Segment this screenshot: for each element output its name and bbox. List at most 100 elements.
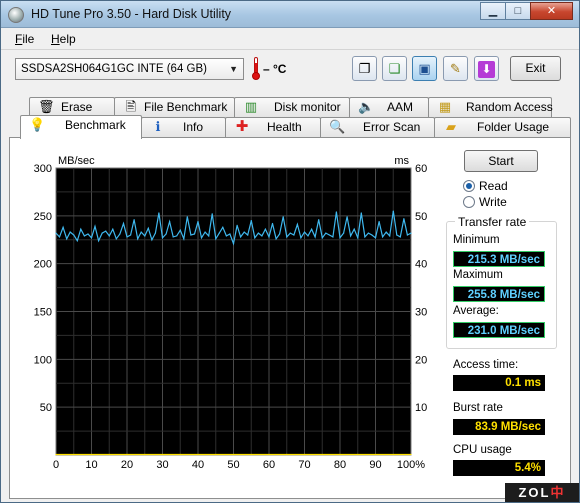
transfer-rate-point <box>186 216 188 218</box>
menu-bar: File Help <box>1 28 579 49</box>
dropdown-arrow-icon[interactable]: ▼ <box>229 59 238 79</box>
transfer-rate-point <box>275 238 277 240</box>
menu-file[interactable]: File <box>15 32 34 46</box>
transfer-rate-point <box>161 237 164 239</box>
transfer-rate-point <box>197 221 199 223</box>
tab-label: Info <box>183 120 204 134</box>
transfer-rate-point <box>261 235 263 237</box>
transfer-rate-point <box>303 231 306 233</box>
maximize-button[interactable]: □ <box>505 2 531 20</box>
tab-random-access[interactable]: ▦ Random Access <box>428 97 553 118</box>
y-tick-label-right: 50 <box>415 211 427 223</box>
transfer-rate-point <box>264 228 266 230</box>
x-tick-label: 0 <box>53 459 59 471</box>
benchmark-chart: 0 10 20 30 40 50 60 70 80 90 100% 50 100 150 200 250 300… <box>1 146 441 476</box>
access-time-point <box>410 453 412 456</box>
close-button[interactable]: ✕ <box>530 2 573 20</box>
transfer-rate-point <box>69 231 71 233</box>
transfer-rate-point <box>190 234 192 236</box>
x-tick-label: 10 <box>85 459 97 471</box>
transfer-rate-point <box>314 236 316 238</box>
transfer-rate-point <box>325 232 327 234</box>
tab-health[interactable]: ✚ Health <box>225 117 321 138</box>
access-time-point <box>215 453 217 456</box>
transfer-rate-point <box>371 234 373 236</box>
window-title: HD Tune Pro 3.50 - Hard Disk Utility <box>31 7 232 21</box>
transfer-rate-point <box>62 226 64 228</box>
access-time-point <box>161 453 164 456</box>
drive-select[interactable]: SSDSA2SH064G1GC INTE (64 GB) ▼ <box>15 58 244 80</box>
transfer-rate-point <box>218 232 220 234</box>
toolbar: SSDSA2SH064G1GC INTE (64 GB) ▼ – °C ❐ ❏ … <box>1 49 579 89</box>
start-button[interactable]: Start <box>464 150 538 172</box>
access-time-point <box>108 453 110 456</box>
copy-all-button[interactable]: ❏ <box>382 56 407 81</box>
access-time-point <box>73 453 75 456</box>
transfer-rate-point <box>254 237 256 239</box>
y-tick-label-right: 40 <box>415 259 427 271</box>
file-benchmark-icon: 🖹 <box>125 99 137 114</box>
tab-label: Folder Usage <box>477 120 550 134</box>
transfer-rate-point <box>215 238 217 240</box>
y-tick-label-right: 60 <box>415 163 427 175</box>
transfer-rate-point <box>293 234 295 236</box>
transfer-rate-point <box>335 211 337 213</box>
magnifier-icon: 🔍 <box>329 119 346 134</box>
x-tick-label: 40 <box>192 459 204 471</box>
speaker-icon: 🔈 <box>358 99 375 114</box>
tab-label: Random Access <box>466 100 553 114</box>
tab-info[interactable]: ℹ Info <box>141 117 226 138</box>
read-radio[interactable] <box>463 180 475 192</box>
tab-benchmark[interactable]: 💡 Benchmark <box>20 115 142 139</box>
maximum-label: Maximum <box>453 269 503 281</box>
transfer-rate-point <box>115 238 117 240</box>
transfer-rate-point <box>311 228 313 230</box>
tab-aam[interactable]: 🔈 AAM <box>349 97 429 118</box>
health-cross-icon: ✚ <box>235 118 249 135</box>
transfer-rate-point <box>396 234 398 236</box>
transfer-rate-point <box>282 216 284 218</box>
exit-button[interactable]: Exit <box>510 56 561 81</box>
copy-all-icon: ❏ <box>388 61 401 76</box>
tab-label: Benchmark <box>65 118 126 132</box>
save-icon: ▣ <box>418 61 431 76</box>
transfer-rate-point <box>122 222 125 225</box>
tab-folder-usage[interactable]: ▰ Folder Usage <box>434 117 571 138</box>
access-time-point <box>357 453 359 456</box>
copy-button[interactable]: ❐ <box>352 56 377 81</box>
save-button[interactable]: ▣ <box>412 56 437 81</box>
transfer-rate-point <box>286 236 288 238</box>
y-tick-label-left: 300 <box>34 163 52 175</box>
tab-error-scan[interactable]: 🔍 Error Scan <box>320 117 435 138</box>
options-button[interactable]: ✎ <box>443 56 468 81</box>
transfer-rate-point <box>80 228 82 230</box>
hd-tune-app-icon[interactable] <box>8 7 24 23</box>
title-bar[interactable]: HD Tune Pro 3.50 - Hard Disk Utility ▁ □… <box>1 1 579 28</box>
access-time-point <box>232 453 235 456</box>
transfer-rate-point <box>367 232 369 234</box>
access-time-point <box>392 453 394 456</box>
temperature-readout: – °C <box>263 62 287 76</box>
minimize-button[interactable]: ▁ <box>480 2 506 20</box>
x-tick-label: 90 <box>369 459 381 471</box>
transfer-rate-point <box>225 235 227 237</box>
transfer-rate-point <box>406 234 408 236</box>
transfer-rate-point <box>240 236 242 238</box>
menu-help[interactable]: Help <box>51 32 76 46</box>
download-button[interactable]: ⬇ <box>474 56 499 81</box>
write-radio[interactable] <box>463 196 475 208</box>
transfer-rate-point <box>389 235 391 237</box>
transfer-rate-point <box>403 218 405 220</box>
y-tick-label-right: 20 <box>415 354 427 366</box>
minimum-label: Minimum <box>453 234 500 246</box>
thermometer-icon <box>251 57 261 81</box>
folder-icon: ▰ <box>446 119 456 134</box>
tab-disk-monitor[interactable]: ▥ Disk monitor <box>234 97 350 118</box>
transfer-rate-point <box>87 233 89 235</box>
copy-icon: ❐ <box>358 61 371 76</box>
options-icon: ✎ <box>450 61 461 76</box>
write-radio-option[interactable]: Write <box>463 195 507 209</box>
transfer-rate-point <box>105 230 107 232</box>
transfer-rate-point <box>378 221 380 223</box>
read-radio-option[interactable]: Read <box>463 179 508 193</box>
